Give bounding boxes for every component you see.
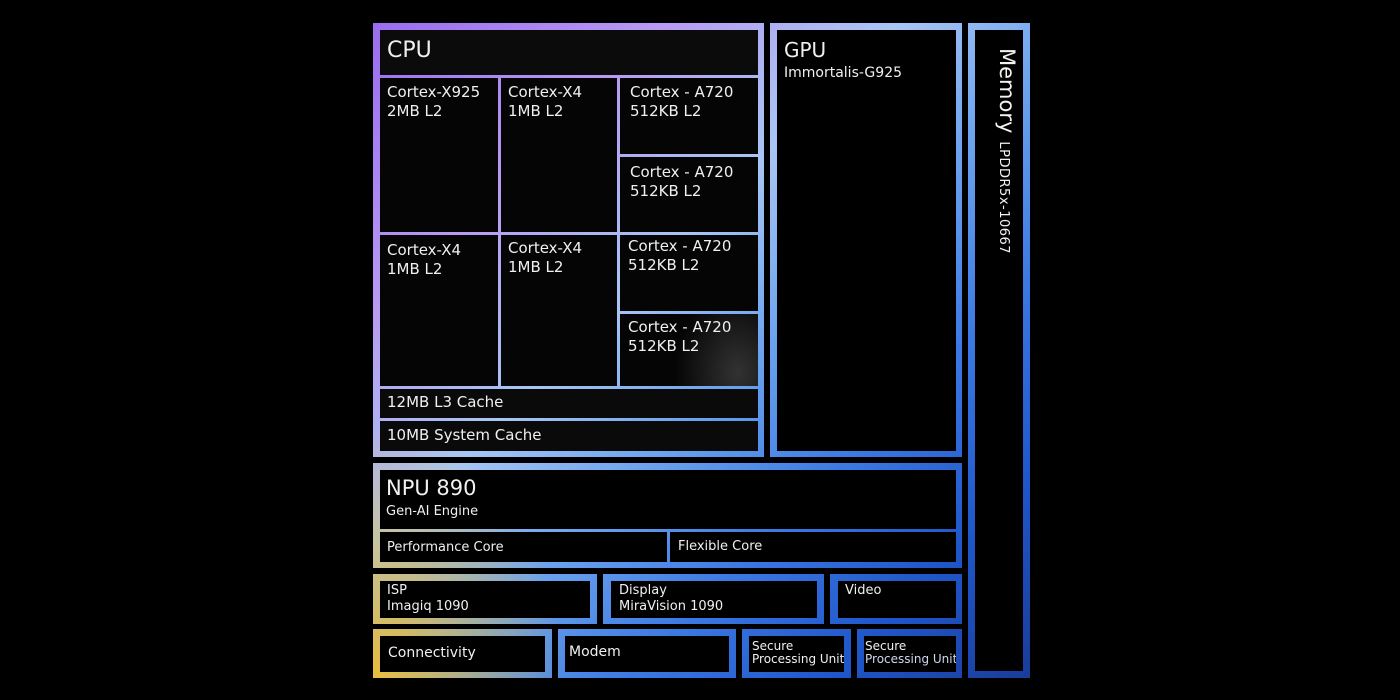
gap-isp-display [597,574,603,624]
core-cache: 1MB L2 [508,258,564,276]
isp-model: Imagiq 1090 [387,599,469,614]
cpu-core-tile: Cortex-X4 1MB L2 [501,235,617,386]
gap-npu-top [373,457,962,463]
display-model: MiraVision 1090 [619,599,724,614]
cpu-core-tile: Cortex - A720 512KB L2 [620,235,758,311]
memory-label: Memory LPDDR5x-10667 [995,48,1019,254]
core-name: Cortex - A720 [628,237,732,255]
cpu-core-tile: Cortex - A720 512KB L2 [620,157,758,232]
core-name: Cortex - A720 [628,318,732,336]
cpu-core-tile: Cortex-X4 1MB L2 [380,235,498,386]
cpu-core-tile: Cortex - A720 512KB L2 [620,78,758,154]
core-name: Cortex-X4 [508,83,583,101]
connectivity-block: Connectivity [380,636,545,672]
isp-block: ISP Imagiq 1090 [380,581,590,618]
core-name: Cortex-X4 [387,241,462,259]
cpu-core-tile: Cortex - A720 512KB L2 [620,314,758,386]
gap-spu-spu [851,629,857,678]
core-cache: 1MB L2 [508,102,564,120]
npu-flexible-core: Flexible Core [670,532,956,562]
gap-modem-spu [736,629,742,678]
gpu-block: GPU Immortalis-G925 [777,30,956,451]
flexible-core-label: Flexible Core [678,539,763,554]
memory-type: LPDDR5x-10667 [996,141,1011,255]
isp-title: ISP [387,583,407,598]
gap-npu-bottom [373,568,962,574]
modem-title: Modem [569,644,621,660]
core-cache: 1MB L2 [387,260,443,278]
core-name: Cortex-X925 [387,83,481,101]
cpu-header: CPU [380,30,758,75]
npu-subtitle: Gen-AI Engine [386,504,479,519]
spu-line2: Processing Unit [752,652,844,666]
npu-title: NPU 890 [386,476,477,500]
core-name: Cortex-X4 [508,239,583,257]
secure-processing-unit: Secure Processing Unit [864,636,956,672]
spu-line2: Processing Unit [865,652,956,666]
gap-cpu-gpu [764,23,770,458]
core-cache: 512KB L2 [628,256,700,274]
memory-block: Memory LPDDR5x-10667 [975,30,1023,671]
gap-memory [962,23,968,678]
cpu-core-tile: Cortex-X4 1MB L2 [501,78,617,232]
display-block: Display MiraVision 1090 [611,581,817,618]
system-cache: 10MB System Cache [380,421,758,451]
core-name: Cortex - A720 [630,83,734,101]
video-title: Video [845,583,882,598]
system-cache-label: 10MB System Cache [387,426,542,444]
connectivity-title: Connectivity [388,645,476,661]
gap-conn-modem [552,629,558,678]
modem-block: Modem [565,636,729,672]
display-title: Display [619,583,667,598]
gpu-model: Immortalis-G925 [784,65,903,81]
l3-cache: 12MB L3 Cache [380,389,758,418]
core-cache: 512KB L2 [630,182,702,200]
core-name: Cortex - A720 [630,163,734,181]
core-cache: 2MB L2 [387,102,443,120]
cpu-title: CPU [387,38,432,63]
performance-core-label: Performance Core [387,540,504,555]
core-cache: 512KB L2 [630,102,702,120]
cpu-core-tile: Cortex-X925 2MB L2 [380,78,498,232]
core-cache: 512KB L2 [628,337,700,355]
gpu-title: GPU [784,38,827,62]
memory-title: Memory [995,48,1019,134]
gap-row-bottom [373,624,962,629]
gap-display-video [824,574,830,624]
npu-performance-core: Performance Core [380,532,667,562]
secure-processing-unit: Secure Processing Unit [749,636,844,672]
video-block: Video [838,581,956,618]
npu-header: NPU 890 Gen-AI Engine [380,470,956,529]
l3-cache-label: 12MB L3 Cache [387,393,504,411]
